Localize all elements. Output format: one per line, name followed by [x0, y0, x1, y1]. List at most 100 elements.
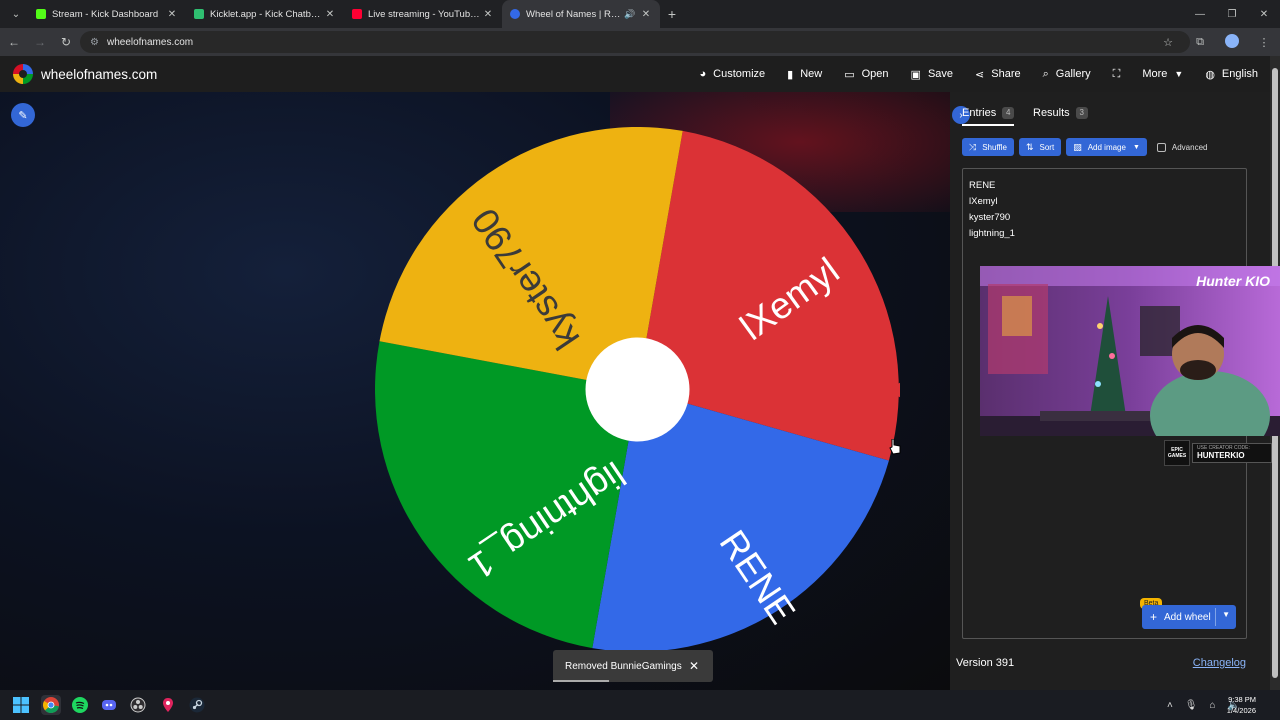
gallery-button[interactable]: ⌕ Gallery	[1043, 68, 1091, 81]
plus-icon: +	[1150, 610, 1158, 624]
share-icon: ⋖	[975, 68, 985, 81]
address-bar[interactable]: ⚙ wheelofnames.com	[80, 31, 1190, 53]
microphone-icon[interactable]: 🎙	[1185, 700, 1198, 711]
tray-chevron-up-icon[interactable]: ˄	[1167, 700, 1173, 711]
entry-line: lXemyl	[969, 196, 998, 207]
toast-progress	[553, 680, 609, 682]
new-button[interactable]: ▮ New	[787, 68, 822, 81]
taskbar-clock[interactable]: 9:38 PM 1/4/2026	[1227, 694, 1256, 716]
edit-pencil-button[interactable]: ✎	[11, 103, 35, 127]
name-wheel[interactable]: lXemyl RENE lightning_1 kyster790	[375, 127, 900, 652]
restore-icon[interactable]: ❐	[1216, 0, 1248, 28]
entry-line: kyster790	[969, 212, 1011, 223]
toast-close-icon[interactable]: ✕	[689, 659, 699, 673]
menu-label: Open	[861, 68, 889, 80]
language-button[interactable]: ◍ English	[1205, 68, 1258, 81]
steam-taskbar-icon[interactable]	[187, 695, 207, 715]
kick-favicon-icon	[36, 9, 46, 19]
chrome-taskbar-icon[interactable]	[41, 695, 61, 715]
sort-button[interactable]: ⇅ Sort	[1018, 138, 1062, 156]
profile-avatar[interactable]	[1216, 33, 1248, 51]
browser-tab-kicklet[interactable]: Kicklet.app - Kick Chatbot and ✕	[186, 0, 344, 28]
tab-title: Live streaming - YouTube Studio	[368, 8, 482, 20]
tab-entries[interactable]: Entries 4	[962, 107, 1015, 126]
epic-games-logo-text: EPIC GAMES	[1167, 447, 1187, 459]
tab-results-label: Results	[1033, 107, 1070, 119]
add-wheel-button[interactable]: + Add wheel ▼	[1142, 605, 1236, 629]
shuffle-button[interactable]: ⤨ Shuffle	[962, 138, 1014, 156]
browser-tab-strip: ⌄ Stream - Kick Dashboard ✕ Kicklet.app …	[0, 0, 1280, 28]
tab-results[interactable]: Results 3	[1033, 107, 1088, 119]
menu-label: Customize	[713, 68, 766, 80]
windows-start-icon[interactable]	[11, 695, 31, 715]
search-icon: ⌕	[1042, 67, 1049, 80]
bookmark-star-icon[interactable]: ☆	[1152, 36, 1184, 49]
youtube-favicon-icon	[352, 9, 362, 19]
add-wheel-label: Add wheel	[1164, 611, 1211, 623]
site-info-icon[interactable]: ⚙	[90, 37, 99, 48]
chevron-down-icon: ▼	[1132, 143, 1140, 151]
save-button[interactable]: ▣ Save	[911, 68, 953, 81]
mouse-cursor-icon	[889, 439, 901, 455]
tab-close-icon[interactable]: ✕	[166, 9, 178, 20]
entries-panel: › Entries 4 Results 3 ⤨ Shuffle ⇅ Sort ▨ Ad…	[950, 92, 1280, 690]
minimize-icon[interactable]: —	[1184, 0, 1216, 28]
sort-label: Sort	[1039, 142, 1055, 152]
discord-taskbar-icon[interactable]	[99, 695, 119, 715]
creator-code-badge: EPIC GAMES USE CREATOR CODE: HUNTERKIO	[1164, 440, 1274, 466]
pin-app-taskbar-icon[interactable]	[158, 695, 178, 715]
channel-logo-text: Hunter KIO	[1196, 273, 1270, 289]
site-header: wheelofnames.com ◕ Customize ▮ New ▭ Open ▣…	[0, 56, 1270, 92]
advanced-checkbox[interactable]	[1156, 142, 1166, 152]
panel-tabs: › Entries 4 Results 3	[950, 102, 1260, 130]
button-divider	[1215, 608, 1216, 626]
obs-taskbar-icon[interactable]	[128, 695, 148, 715]
back-icon[interactable]: ←	[2, 30, 26, 54]
menu-label: English	[1221, 68, 1258, 80]
reload-icon[interactable]: ↻	[54, 30, 78, 54]
open-button[interactable]: ▭ Open	[844, 68, 888, 81]
wheel-favicon-icon	[510, 9, 520, 19]
browser-tab-wheel-of-names[interactable]: Wheel of Names | Random 🔊 ✕	[502, 0, 660, 28]
more-button[interactable]: More ▼	[1142, 68, 1183, 80]
tab-close-icon[interactable]: ✕	[640, 9, 652, 20]
browser-menu-icon[interactable]: ⋮	[1248, 36, 1280, 49]
extensions-icon[interactable]: ⧉	[1184, 36, 1216, 49]
wheel-center-hub[interactable]	[585, 337, 690, 442]
browser-tab-youtube-studio[interactable]: Live streaming - YouTube Studio ✕	[344, 0, 502, 28]
tab-entries-label: Entries	[962, 107, 997, 119]
share-button[interactable]: ⋖ Share	[975, 68, 1021, 81]
fullscreen-button[interactable]: ⛶	[1113, 68, 1121, 81]
wheel-stage: ✎ lXemyl RENE lightning_1 kyster790 Remo…	[0, 92, 950, 690]
tab-search-icon[interactable]: ⌄	[4, 3, 28, 25]
browser-tab-kick-dashboard[interactable]: Stream - Kick Dashboard ✕	[28, 0, 186, 28]
pencil-icon: ✎	[18, 109, 28, 122]
wheel-logo-icon[interactable]	[13, 64, 33, 84]
tab-close-icon[interactable]: ✕	[324, 9, 336, 20]
changelog-link[interactable]: Changelog	[1193, 657, 1246, 669]
close-window-icon[interactable]: ✕	[1248, 0, 1280, 28]
menu-label: More	[1142, 68, 1168, 80]
entries-count-badge: 4	[1002, 107, 1015, 119]
customize-button[interactable]: ◕ Customize	[700, 68, 766, 80]
advanced-toggle[interactable]: Advanced	[1156, 142, 1208, 152]
advanced-label: Advanced	[1171, 142, 1208, 152]
palette-icon: ◕	[699, 68, 707, 80]
forward-icon[interactable]: →	[28, 30, 52, 54]
chevron-down-icon: ▼	[1174, 69, 1184, 79]
add-image-button[interactable]: ▨ Add image ▼	[1066, 138, 1147, 156]
clock-date: 1/4/2026	[1226, 706, 1256, 715]
site-name[interactable]: wheelofnames.com	[41, 67, 157, 82]
spotify-taskbar-icon[interactable]	[70, 695, 90, 715]
chevron-down-icon[interactable]: ▼	[1222, 610, 1230, 619]
tab-title: Stream - Kick Dashboard	[52, 8, 159, 20]
entry-line: RENE	[969, 180, 996, 191]
new-tab-button[interactable]: +	[660, 6, 684, 22]
menu-label: Gallery	[1055, 68, 1091, 80]
entry-line: lightning_1	[969, 228, 1015, 239]
tab-close-icon[interactable]: ✕	[482, 9, 494, 20]
network-icon[interactable]: ⌂	[1210, 700, 1216, 711]
audio-playing-icon[interactable]: 🔊	[624, 9, 636, 20]
webcam-overlay: Hunter KIO	[980, 266, 1280, 436]
save-icon: ▣	[910, 68, 921, 81]
